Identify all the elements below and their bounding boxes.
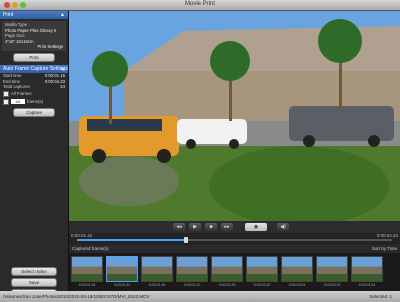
- collapse-arrow-icon: ▲: [60, 12, 65, 18]
- total-captures-label: Total captures: [3, 84, 30, 90]
- thumbnail-time: 0:00:01.46: [148, 283, 166, 287]
- frame-thumbnail[interactable]: 0:00:02.40: [246, 256, 278, 287]
- collapse-arrow-icon: ▲: [60, 65, 65, 72]
- sort-by-time-button[interactable]: Sort by Time: [372, 245, 397, 253]
- captured-frames-label: Captured frame(s): [72, 246, 109, 251]
- frame-thumbnail[interactable]: 0:00:01.46: [141, 256, 173, 287]
- select-video-button[interactable]: Select Video: [11, 267, 57, 276]
- page-size-value: 4"x6" 10x15cm: [5, 38, 34, 44]
- print-settings-row: Print Settings: [2, 44, 66, 50]
- selected-count: Selected: 1: [369, 294, 392, 299]
- frame-thumbnail[interactable]: 0:00:03.19: [316, 256, 348, 287]
- frame-thumbnail[interactable]: 0:00:02.10: [176, 256, 208, 287]
- frames-interval-radio[interactable]: [3, 98, 9, 105]
- frame-thumbnail[interactable]: 0:00:01.31: [106, 256, 138, 287]
- capture-frame-icon[interactable]: ◉: [245, 223, 267, 231]
- frames-interval-input[interactable]: 10: [11, 99, 25, 105]
- status-bar: /Volumes/San Jose/Photos/2010/2010-03-19…: [0, 291, 400, 302]
- total-captures-value: 24: [60, 84, 65, 90]
- file-path: /Volumes/San Jose/Photos/2010/2010-03-19…: [3, 294, 150, 299]
- timeline-progress: [77, 239, 185, 241]
- capture-button[interactable]: Capture: [13, 107, 55, 117]
- frame-thumbnail[interactable]: 0:00:03.04: [281, 256, 313, 287]
- title-bar: Movie Print: [0, 0, 400, 11]
- frames-unit-select[interactable]: frame(s): [27, 99, 43, 104]
- frame-thumbnail[interactable]: 0:00:02.25: [211, 256, 243, 287]
- save-button[interactable]: Save: [11, 278, 57, 287]
- timeline[interactable]: 0:00:01.42 0:00:04.23: [69, 233, 400, 245]
- current-time: 0:00:01.42: [71, 233, 93, 238]
- step-back-icon[interactable]: ◂◂: [173, 223, 185, 231]
- transport-bar: ◂◂ ▶ ■ ▸▸ ◉ ◀): [69, 221, 400, 233]
- thumbnail-time: 0:00:03.34: [358, 283, 376, 287]
- capture-header-label: Auto Frame Capture Settings: [3, 65, 68, 72]
- print-info-box: Media Type Photo Paper Plus Glossy II Pa…: [2, 21, 66, 51]
- timeline-track[interactable]: [77, 237, 392, 243]
- end-time: 0:00:04.23: [376, 233, 398, 238]
- frame-thumbnail[interactable]: 0:00:01.15: [71, 256, 103, 287]
- timeline-playhead[interactable]: [184, 237, 189, 243]
- video-frame-image: [69, 11, 400, 221]
- all-frames-checkbox[interactable]: [3, 90, 9, 97]
- thumbnail-time: 0:00:02.40: [253, 283, 271, 287]
- print-button[interactable]: Print: [13, 52, 55, 62]
- all-frames-option[interactable]: All Frames: [0, 90, 68, 98]
- captured-frames-panel: Captured frame(s) Sort by Time 0:00:01.1…: [69, 245, 400, 291]
- step-forward-icon[interactable]: ▸▸: [221, 223, 233, 231]
- frames-interval-option: 10 frame(s): [0, 98, 68, 106]
- video-preview[interactable]: [69, 11, 400, 221]
- print-header-label: Print: [3, 12, 14, 18]
- stop-icon[interactable]: ■: [205, 223, 217, 231]
- thumbnail-time: 0:00:01.15: [78, 283, 96, 287]
- frame-thumbnail[interactable]: 0:00:03.34: [351, 256, 383, 287]
- thumbnail-time: 0:00:03.04: [288, 283, 306, 287]
- captured-frames-header: Captured frame(s) Sort by Time: [69, 245, 400, 253]
- thumbnail-time: 0:00:03.19: [323, 283, 341, 287]
- left-panel: Print ▲ Media Type Photo Paper Plus Glos…: [0, 11, 69, 298]
- thumbnail-time: 0:00:02.25: [218, 283, 236, 287]
- thumbnail-time: 0:00:02.10: [183, 283, 201, 287]
- play-icon[interactable]: ▶: [189, 223, 201, 231]
- all-frames-label: All Frames: [11, 91, 32, 97]
- window-title: Movie Print: [184, 1, 215, 7]
- print-settings-link[interactable]: Print Settings: [37, 44, 63, 50]
- volume-icon[interactable]: ◀): [277, 223, 289, 231]
- capture-section-header[interactable]: Auto Frame Capture Settings ▲: [0, 64, 68, 73]
- thumbnail-time: 0:00:01.31: [113, 283, 131, 287]
- print-section-header[interactable]: Print ▲: [0, 11, 68, 19]
- thumbnail-strip: 0:00:01.15 0:00:01.31 0:00:01.46 0:00:02…: [69, 253, 400, 287]
